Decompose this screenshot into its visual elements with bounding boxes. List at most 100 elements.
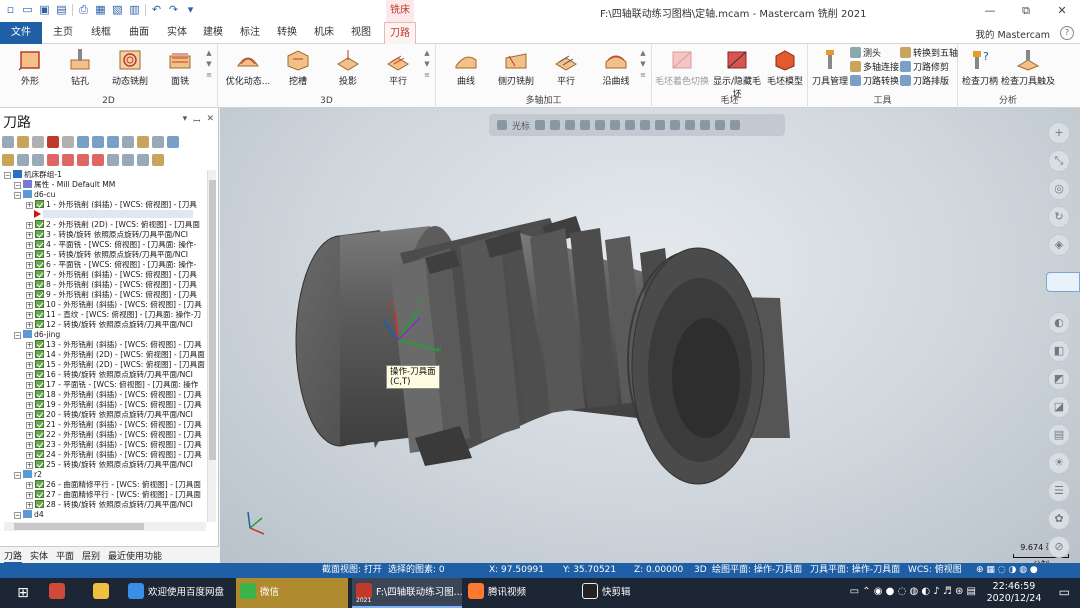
- iso-view-icon[interactable]: ◈: [1048, 234, 1070, 256]
- help-icon[interactable]: ?: [1060, 26, 1074, 40]
- expand-toggle-icon[interactable]: +: [26, 202, 33, 209]
- check-tool-reach-button[interactable]: 检查刀具触及: [1000, 48, 1056, 87]
- y-coordinate[interactable]: Y: 35.70521: [563, 563, 616, 578]
- tree-operation[interactable]: +25 - 转换/旋转 依照原点旋转/刀具平面/NCI: [26, 460, 193, 470]
- expand-toggle-icon[interactable]: +: [26, 492, 33, 499]
- tree-operation[interactable]: +20 - 转换/旋转 依照原点旋转/刀具平面/NCI: [26, 410, 193, 420]
- expand-toggle-icon[interactable]: +: [26, 282, 33, 289]
- tree-root-machine-group[interactable]: − 机床群组-1: [4, 170, 62, 180]
- tree-operation[interactable]: +16 - 转换/旋转 依照原点旋转/刀具平面/NCI: [26, 370, 193, 380]
- hidden-line-icon[interactable]: ◩: [1048, 368, 1070, 390]
- bookmark-icon[interactable]: ▥: [128, 3, 141, 16]
- regenerate-dirty-icon[interactable]: [47, 136, 59, 148]
- taskbar-clock[interactable]: 22:46:59 2020/12/24: [984, 581, 1044, 605]
- pocket-3d-button[interactable]: 挖槽: [272, 48, 324, 87]
- expand-toggle-icon[interactable]: +: [26, 412, 33, 419]
- contour-button[interactable]: 外形: [4, 48, 56, 87]
- tab-transform[interactable]: 转换: [272, 22, 302, 44]
- properties-icon[interactable]: ▧: [111, 3, 124, 16]
- taskbar-tencent-video[interactable]: 腾讯视频: [464, 578, 576, 608]
- expand-toggle-icon[interactable]: −: [4, 172, 11, 179]
- expand-toggle-icon[interactable]: −: [14, 182, 21, 189]
- tree-operation[interactable]: +18 - 外形铣削 (斜插) - [WCS: 俯视图] - [刀具: [26, 390, 202, 400]
- tree-operation[interactable]: +1 - 外形铣削 (斜插) - [WCS: 俯视图] - [刀具: [26, 200, 197, 210]
- scroll-to-insert-icon[interactable]: [92, 154, 104, 166]
- multiaxis-gallery-scroll[interactable]: ▲ ▼ ≡: [639, 48, 647, 92]
- probe-button[interactable]: 测头: [850, 47, 881, 61]
- tab-surfaces[interactable]: 曲面: [124, 22, 154, 44]
- tree-toolpath-group[interactable]: − r2: [14, 470, 42, 480]
- qat-customize-icon[interactable]: ▾: [184, 3, 197, 16]
- tab-planes-manager[interactable]: 平面: [56, 549, 74, 562]
- tree-operation[interactable]: +3 - 转换/旋转 依照原点旋转/刀具平面/NCI: [26, 230, 188, 240]
- move-down-icon[interactable]: [47, 154, 59, 166]
- 3d-gallery-scroll[interactable]: ▲ ▼ ≡: [423, 48, 431, 92]
- expand-toggle-icon[interactable]: +: [26, 502, 33, 509]
- tray-icons[interactable]: ▭ ⌃ ◉ ● ◌ ◍ ◐ ♪ ♬ ⊛ ▤: [850, 586, 976, 597]
- taskbar-wechat[interactable]: 微信: [236, 578, 348, 608]
- toggle-display-icon[interactable]: [17, 154, 29, 166]
- simulate-icon[interactable]: [92, 136, 104, 148]
- close-button[interactable]: ✕: [1044, 0, 1080, 22]
- collapse-icon[interactable]: [122, 154, 134, 166]
- lock-icon[interactable]: [152, 136, 164, 148]
- toolpath-options-icon[interactable]: [152, 154, 164, 166]
- tab-model-prep[interactable]: 建模: [198, 22, 228, 44]
- convert-to-5axis-button[interactable]: 转换到五轴: [900, 47, 958, 61]
- toggle-stock-shading-button[interactable]: 毛坯着色切换: [654, 48, 710, 87]
- expand-toggle-icon[interactable]: +: [26, 402, 33, 409]
- tool-plane-status[interactable]: 刀具平面: 操作-刀具面: [810, 563, 900, 578]
- expand-toggle-icon[interactable]: −: [14, 332, 21, 339]
- move-up-icon[interactable]: [62, 154, 74, 166]
- display-options-icon[interactable]: ✿: [1048, 508, 1070, 530]
- rotate-icon[interactable]: ↻: [1048, 206, 1070, 228]
- tree-horizontal-scrollbar[interactable]: [4, 522, 206, 531]
- tree-operation[interactable]: +8 - 外形铣削 (斜插) - [WCS: 俯视图] - [刀具: [26, 280, 197, 290]
- expand-toggle-icon[interactable]: +: [26, 322, 33, 329]
- tree-operation[interactable]: +11 - 直纹 - [WCS: 俯视图] - [刀具面: 操作-刀: [26, 310, 201, 320]
- insert-arrow-icon[interactable]: [77, 154, 89, 166]
- panel-close-button[interactable]: ✕: [206, 114, 214, 127]
- tree-operation[interactable]: +14 - 外形铣削 (2D) - [WCS: 俯视图] - [刀具面: [26, 350, 205, 360]
- along-curve-button[interactable]: 沿曲线: [590, 48, 642, 87]
- swarf-button[interactable]: 侧刃铣削: [490, 48, 542, 87]
- windows-start-icon[interactable]: ⊞: [8, 578, 38, 608]
- wcs-status[interactable]: WCS: 俯视图: [908, 563, 962, 578]
- parallel-3d-button[interactable]: 平行: [372, 48, 424, 87]
- backplot-icon[interactable]: [62, 136, 74, 148]
- 3d-mode-toggle[interactable]: 3D: [694, 563, 707, 578]
- tree-operation[interactable]: +13 - 外形铣削 (斜插) - [WCS: 俯视图] - [刀具: [26, 340, 202, 350]
- tree-operation[interactable]: +2 - 外形铣削 (2D) - [WCS: 俯视图] - [刀具面: [26, 220, 200, 230]
- optimized-dynamic-button[interactable]: 优化动态...: [222, 48, 274, 87]
- taskbar-baidu-netdisk[interactable]: 欢迎使用百度网盘: [124, 578, 236, 608]
- tree-operation[interactable]: +6 - 平面铣 - [WCS: 俯视图] - [刀具面: 操作-: [26, 260, 196, 270]
- redo-icon[interactable]: ↷: [167, 3, 180, 16]
- tab-drafting[interactable]: 标注: [235, 22, 265, 44]
- section-view-status[interactable]: 截面视图: 打开: [322, 563, 382, 578]
- translucency-icon[interactable]: ▤: [1048, 424, 1070, 446]
- post-selected-icon[interactable]: [107, 136, 119, 148]
- tree-vertical-scrollbar[interactable]: [207, 170, 216, 522]
- expand-toggle-icon[interactable]: +: [26, 442, 33, 449]
- print-preview-icon[interactable]: ▦: [94, 3, 107, 16]
- parallel-multiaxis-button[interactable]: 平行: [540, 48, 592, 87]
- curve-multiaxis-button[interactable]: 曲线: [440, 48, 492, 87]
- expand-toggle-icon[interactable]: +: [26, 242, 33, 249]
- panel-menu-button[interactable]: ▾: [183, 114, 188, 127]
- highfeed-icon[interactable]: [137, 136, 149, 148]
- hscroll-thumb[interactable]: [14, 523, 144, 530]
- draw-plane-status[interactable]: 绘图平面: 操作-刀具面: [712, 563, 802, 578]
- stock-model-button[interactable]: 毛坯模型: [762, 48, 808, 87]
- fit-icon[interactable]: ◎: [1048, 178, 1070, 200]
- notification-icon[interactable]: ▭: [1059, 585, 1070, 599]
- wireframe-icon[interactable]: ◧: [1048, 340, 1070, 362]
- tree-operation[interactable]: +10 - 外形铣削 (斜插) - [WCS: 俯视图] - [刀具: [26, 300, 202, 310]
- taskbar-kuaijianji[interactable]: 快剪辑: [578, 578, 690, 608]
- expand-toggle-icon[interactable]: +: [26, 342, 33, 349]
- save-as-icon[interactable]: ▤: [55, 3, 68, 16]
- expand-toggle-icon[interactable]: +: [26, 352, 33, 359]
- tab-view[interactable]: 视图: [346, 22, 376, 44]
- expand-toggle-icon[interactable]: −: [14, 472, 21, 479]
- restore-button[interactable]: ⧉: [1008, 0, 1044, 22]
- face-button[interactable]: 面铣: [154, 48, 206, 87]
